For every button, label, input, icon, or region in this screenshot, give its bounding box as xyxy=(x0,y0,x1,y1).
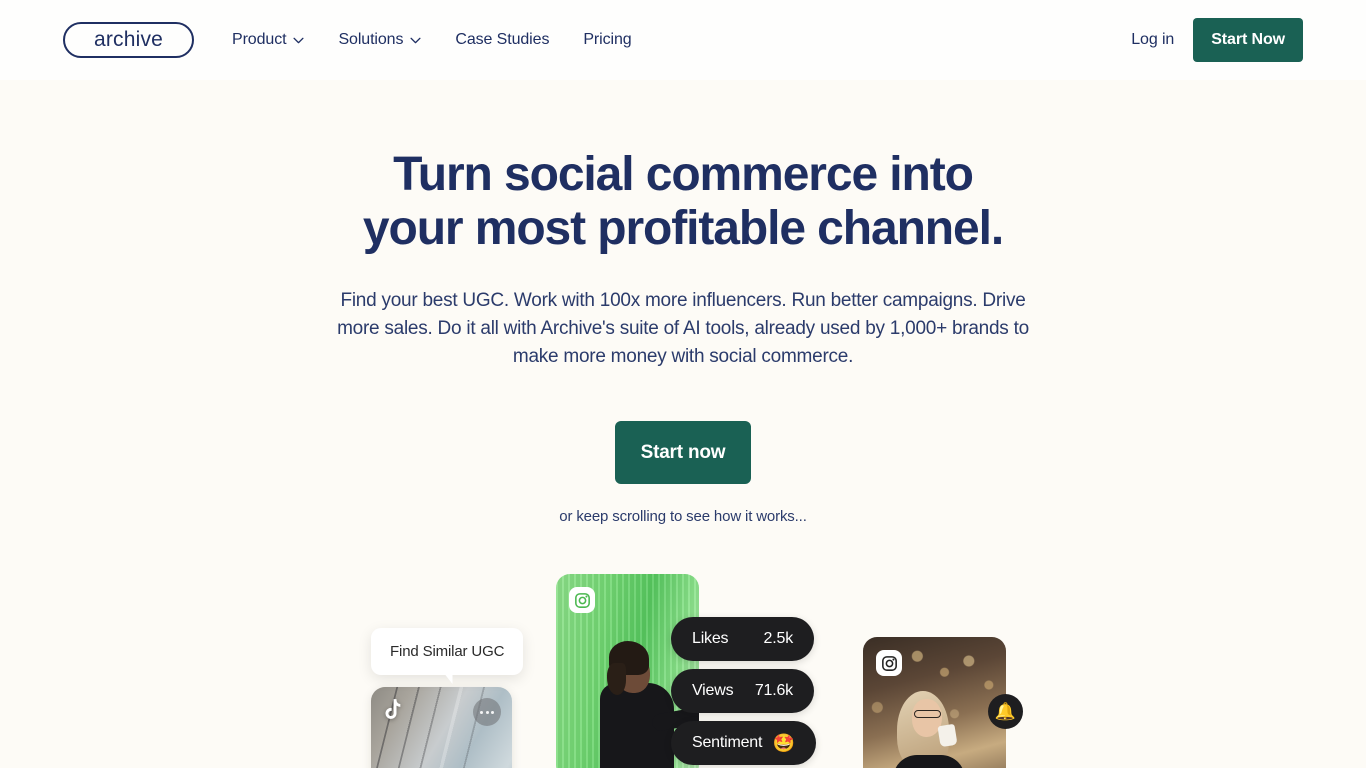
stat-value: 2.5k xyxy=(763,630,794,647)
tiktok-icon xyxy=(383,699,403,721)
stat-label: Sentiment xyxy=(692,734,763,751)
headline-line-1: Turn social commerce into xyxy=(393,148,974,201)
foreground-plant-leaves xyxy=(863,749,1006,768)
chevron-down-icon xyxy=(293,37,305,44)
navbar-right-group: Log in Start Now xyxy=(1131,18,1303,62)
logo-text: archive xyxy=(93,27,164,51)
hero-cta-group: Start now or keep scrolling to see how i… xyxy=(559,421,807,525)
tiktok-post-card[interactable] xyxy=(371,687,512,768)
social-media-collage: Find Similar UGC Likes 2.5k Views 71.6k … xyxy=(0,560,1366,768)
eyeglasses-shape xyxy=(914,710,941,718)
nav-item-product[interactable]: Product xyxy=(232,31,305,49)
nav-item-label: Product xyxy=(232,31,287,48)
stat-label: Views xyxy=(692,682,734,699)
stat-pill-likes: Likes 2.5k xyxy=(671,617,814,661)
coffee-cup-shape xyxy=(937,723,958,748)
person-hair-back xyxy=(607,663,626,695)
start-now-button[interactable]: Start Now xyxy=(1193,18,1303,62)
headline-line-2: your most profitable channel. xyxy=(362,202,1004,255)
navbar-left-group: archive Product Solutions Case Studies P… xyxy=(63,22,632,58)
stat-value: 71.6k xyxy=(754,682,793,699)
nav-item-solutions[interactable]: Solutions xyxy=(338,31,421,49)
stat-pill-sentiment: Sentiment 🤩 xyxy=(671,721,816,765)
nav-item-pricing[interactable]: Pricing xyxy=(583,31,631,49)
dot xyxy=(485,710,489,714)
nav-item-label: Case Studies xyxy=(455,31,550,48)
dot xyxy=(480,710,483,714)
hero-subheadline: Find your best UGC. Work with 100x more … xyxy=(337,290,1029,367)
notification-bell-badge[interactable]: 🔔 xyxy=(988,694,1023,729)
stat-pill-views: Views 71.6k xyxy=(671,669,814,713)
page-title: Turn social commerce into your most prof… xyxy=(362,148,1004,256)
nav-item-label: Solutions xyxy=(338,31,404,48)
primary-navigation: Product Solutions Case Studies Pricing xyxy=(232,31,632,49)
scroll-hint-text: or keep scrolling to see how it works... xyxy=(559,508,807,525)
hero-start-now-button[interactable]: Start now xyxy=(614,421,751,484)
find-similar-ugc-tooltip[interactable]: Find Similar UGC xyxy=(371,628,524,675)
dot xyxy=(491,710,494,714)
chevron-down-icon xyxy=(410,37,421,44)
archive-logo[interactable]: archive xyxy=(63,22,194,58)
instagram-post-card-right[interactable] xyxy=(863,637,1006,768)
instagram-icon xyxy=(569,587,595,613)
ellipsis-icon[interactable] xyxy=(473,698,501,726)
bell-icon: 🔔 xyxy=(994,702,1017,721)
top-navigation-bar: archive Product Solutions Case Studies P… xyxy=(0,0,1366,80)
stat-label: Likes xyxy=(692,630,729,647)
login-link[interactable]: Log in xyxy=(1131,31,1174,49)
nav-item-label: Pricing xyxy=(583,31,632,48)
star-struck-emoji-icon: 🤩 xyxy=(772,733,795,753)
nav-item-case-studies[interactable]: Case Studies xyxy=(455,31,549,49)
instagram-icon xyxy=(876,650,902,676)
